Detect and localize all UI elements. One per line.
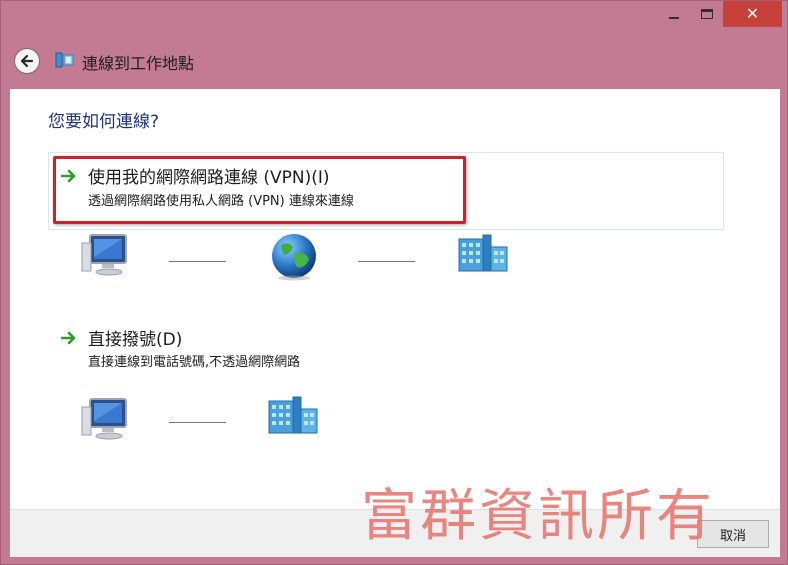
green-arrow-icon bbox=[61, 331, 76, 345]
connection-line bbox=[169, 261, 226, 262]
office-building-icon bbox=[458, 234, 508, 272]
minimize-button[interactable] bbox=[657, 1, 691, 27]
content-panel: 您要如何連線? 使用我的網際網路連線 (VPN)(I) 透過網際網路使用私人網路… bbox=[10, 89, 780, 509]
network-icon bbox=[55, 52, 74, 68]
close-icon: ✕ bbox=[745, 4, 760, 23]
computer-icon bbox=[81, 234, 127, 276]
dialog-window: ✕ 連線到工作地點 您要如何連線? 使用我的網際網路連線 (VPN)(I) 透過… bbox=[0, 0, 788, 565]
vpn-option-description: 透過網際網路使用私人網路 (VPN) 連線來連線 bbox=[88, 194, 354, 209]
question-heading: 您要如何連線? bbox=[48, 112, 160, 132]
connection-line bbox=[169, 422, 226, 423]
back-arrow-icon bbox=[20, 54, 34, 68]
computer-icon bbox=[81, 398, 127, 440]
minimize-icon bbox=[669, 17, 679, 19]
close-button[interactable]: ✕ bbox=[723, 1, 782, 27]
page-title: 連線到工作地點 bbox=[82, 54, 195, 73]
office-building-icon bbox=[268, 396, 318, 434]
watermark-text: 富群資訊所有 bbox=[361, 484, 715, 549]
globe-icon bbox=[272, 234, 316, 281]
connection-line bbox=[358, 261, 415, 262]
green-arrow-icon bbox=[61, 169, 76, 183]
maximize-button[interactable] bbox=[691, 1, 723, 27]
direct-dial-option-title[interactable]: 直接撥號(D) bbox=[88, 325, 182, 350]
vpn-option-title[interactable]: 使用我的網際網路連線 (VPN)(I) bbox=[88, 163, 330, 188]
maximize-icon bbox=[701, 9, 713, 19]
back-button[interactable] bbox=[14, 48, 40, 74]
direct-dial-option-description: 直接連線到電話號碼,不透過網際網路 bbox=[88, 355, 301, 370]
